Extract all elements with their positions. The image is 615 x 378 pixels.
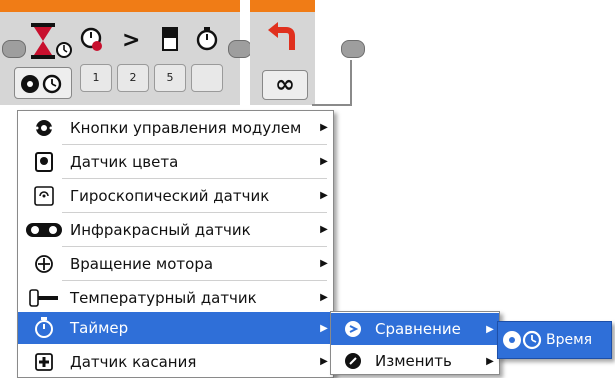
value-tab[interactable] [191,64,223,92]
brick-buttons-icon [21,75,39,93]
threshold-icon [162,27,178,51]
port-tab-2[interactable]: 2 [117,64,149,92]
menu-item-infrared-sensor[interactable]: Инфракрасный датчик ▶ [18,213,333,246]
sequence-plug-left[interactable] [2,40,26,58]
submenu-item-label: Изменить [375,352,452,370]
menu-item-color-sensor[interactable]: Датчик цвета ▶ [18,145,333,178]
menu-item-label: Датчик касания [70,352,197,371]
sequence-plug-right[interactable] [341,40,365,58]
sensor-dropdown-menu: Кнопки управления модулем ▶ Датчик цвета… [17,110,334,378]
submenu-item-compare[interactable]: Сравнение ▶ [331,313,499,345]
timer-submenu: Сравнение ▶ Изменить ▶ [330,311,500,375]
brick-buttons-icon [503,331,521,349]
submenu-arrow-icon: ▶ [320,122,328,133]
menu-item-temperature-sensor[interactable]: Температурный датчик ▶ [18,281,333,314]
port-tab-1[interactable]: 1 [80,64,112,92]
brick-buttons-icon [35,119,53,136]
timer-value-icon [196,27,218,51]
compare-icon [345,321,361,337]
timer-icon [42,74,62,94]
connector-wire-vertical [350,60,352,106]
greater-than-symbol: > [122,28,141,53]
infrared-sensor-icon [26,222,62,237]
submenu-arrow-icon: ▶ [320,258,328,269]
touch-sensor-icon [35,352,53,371]
menu-item-label: Вращение мотора [70,254,214,273]
subsubmenu-item-time[interactable]: Время [498,323,611,357]
loop-arrow-icon [266,22,300,58]
timer-icon [522,330,542,350]
menu-item-gyro-sensor[interactable]: Гироскопический датчик ▶ [18,179,333,212]
port-tab-5[interactable]: 5 [154,64,186,92]
gyro-sensor-icon [34,185,54,206]
submenu-arrow-icon: ▶ [320,224,328,235]
menu-item-motor-rotation[interactable]: Вращение мотора ▶ [18,247,333,280]
submenu-item-label: Сравнение [375,320,461,338]
menu-item-label: Инфракрасный датчик [70,220,251,239]
submenu-arrow-icon: ▶ [320,190,328,201]
menu-item-label: Датчик цвета [70,152,179,171]
menu-item-brick-buttons[interactable]: Кнопки управления модулем ▶ [18,111,333,144]
menu-item-label: Таймер [70,319,129,337]
compare-submenu: Время [497,321,612,359]
timer-reset-icon [80,27,102,51]
submenu-arrow-icon: ▶ [320,156,328,167]
menu-item-timer[interactable]: Таймер ▶ [18,312,333,344]
submenu-item-change[interactable]: Изменить ▶ [331,347,499,375]
subsubmenu-item-label: Время [546,332,593,348]
mode-selector-button[interactable] [14,67,72,99]
color-sensor-icon [35,151,53,172]
change-icon [345,353,361,369]
small-timer-icon [56,42,72,58]
menu-item-touch-sensor[interactable]: Датчик касания ▶ [18,345,333,378]
menu-item-label: Кнопки управления модулем [70,118,302,137]
timer-icon [35,317,53,338]
menu-item-label: Температурный датчик [70,288,257,307]
menu-item-label: Гироскопический датчик [70,186,270,205]
hourglass-icon [31,23,55,59]
connector-wire [312,104,352,106]
submenu-arrow-icon: ▶ [320,292,328,303]
temperature-sensor-icon [29,288,58,307]
loop-mode-button[interactable]: ∞ [262,70,308,100]
sequence-plug-middle[interactable] [228,40,252,58]
wait-block-header [0,0,240,12]
loop-block-header [250,0,315,12]
motor-rotation-icon [35,254,53,273]
